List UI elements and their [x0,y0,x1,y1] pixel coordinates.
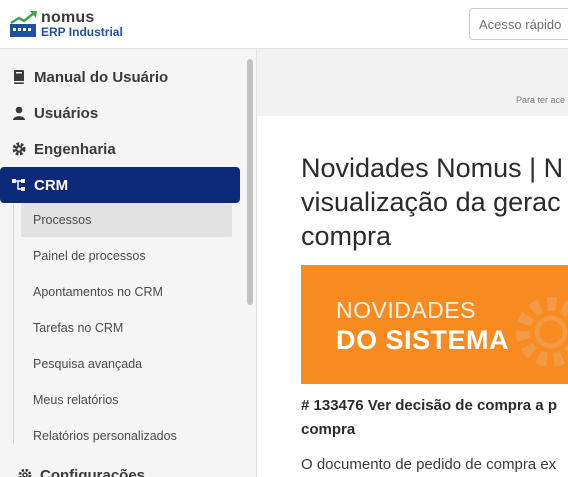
sidebar-item-label: Configurações [40,466,146,477]
change-item-heading: # 133476 Ver decisão de compra a p compr… [301,397,557,438]
crm-subitem-processos[interactable]: Processos [21,203,232,237]
quick-access-input[interactable] [469,8,568,40]
article-card: Novidades Nomus | N visualização da gera… [257,116,568,477]
crm-subitem-apontamentos[interactable]: Apontamentos no CRM [21,275,232,309]
user-icon [13,106,25,120]
banner-line1: NOVIDADES [336,297,476,323]
article-title: Novidades Nomus | N visualização da gera… [301,153,568,251]
nomus-logo[interactable]: nomus ERP Industrial [9,9,129,40]
sidebar-item-engenharia[interactable]: Engenharia [0,131,240,167]
sidebar-item-label: Usuários [34,104,99,122]
banner-line2: DO SISTEMA [336,325,510,355]
main-content: Para ter ace Novidades Nomus | N visuali… [257,49,568,477]
gear-icon [12,142,26,156]
sidebar-scrollbar-thumb[interactable] [247,59,253,305]
sidebar-item-configuracoes[interactable]: Configurações [0,457,240,477]
gears-icon [18,468,32,477]
logo-mark-icon [10,11,37,37]
crm-subitem-painel[interactable]: Painel de processos [21,239,232,273]
sidebar-item-users[interactable]: Usuários [0,95,240,131]
sitemap-icon [12,179,25,191]
submenu-divider-line [13,204,14,444]
sidebar-item-label: CRM [34,176,69,194]
crm-subitem-meus-relatorios[interactable]: Meus relatórios [21,383,232,417]
book-icon [14,70,24,84]
crm-subitem-tarefas[interactable]: Tarefas no CRM [21,311,232,345]
crm-subitem-relatorios-personalizados[interactable]: Relatórios personalizados [21,419,232,453]
banner-gear-icon [516,297,568,367]
change-item-description: O documento de pedido de compra ex [301,456,557,473]
logo-product-text: ERP Industrial [41,25,123,39]
sidebar-item-label: Engenharia [34,140,116,158]
sidebar-item-manual[interactable]: Manual do Usuário [0,59,240,95]
crm-subitem-pesquisa[interactable]: Pesquisa avançada [21,347,232,381]
sidebar: Manual do Usuário Usuários Engenharia CR… [0,49,257,477]
sidebar-item-label: Manual do Usuário [34,68,169,86]
sidebar-item-crm[interactable]: CRM [0,167,240,203]
top-header: nomus ERP Industrial [0,0,568,49]
top-note-text: Para ter ace [516,95,566,105]
novidades-banner: NOVIDADES DO SISTEMA [301,265,568,384]
